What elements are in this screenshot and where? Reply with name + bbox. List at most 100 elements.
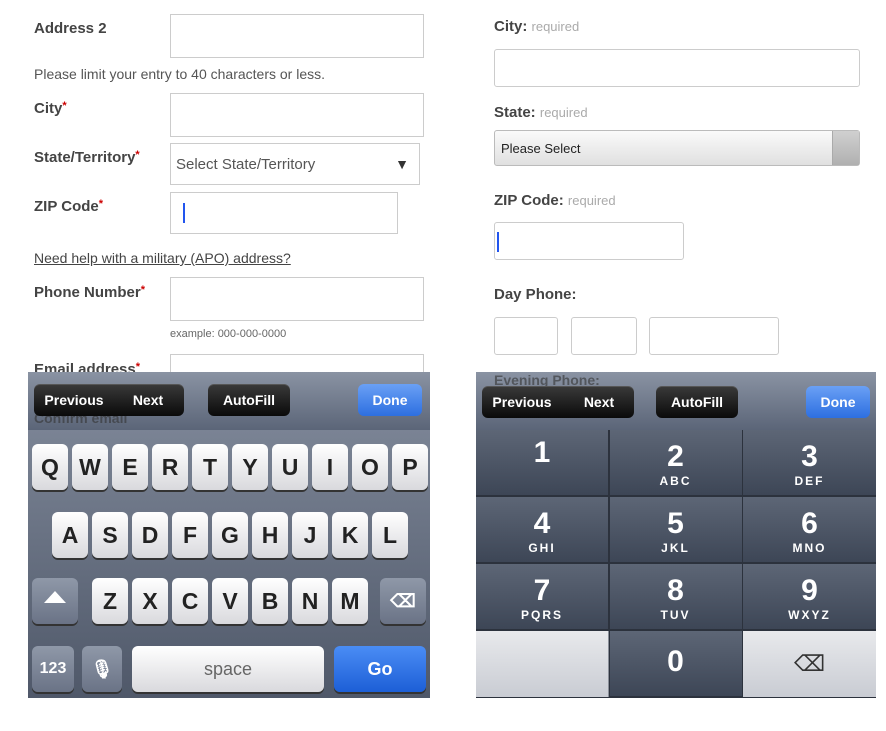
numpad-key-4[interactable]: 4 GHI <box>476 497 609 563</box>
key-a[interactable]: A <box>52 512 88 558</box>
numpad-key-9[interactable]: 9 WXYZ <box>743 564 876 630</box>
phone-input[interactable] <box>170 277 424 321</box>
qwerty-keyboard: QWERTYUIOP ASDFGHJKL ZXCVBNM ⌫ 123 🎙 spa… <box>28 430 430 698</box>
key-d[interactable]: D <box>132 512 168 558</box>
numpad-key-3[interactable]: 3 DEF <box>743 430 876 496</box>
go-key[interactable]: Go <box>334 646 426 692</box>
right-previous-button[interactable]: Previous <box>482 386 562 418</box>
shift-key[interactable] <box>32 578 78 624</box>
address2-label: Address 2 <box>34 20 107 37</box>
numpad-letters: WXYZ <box>788 608 831 622</box>
key-g[interactable]: G <box>212 512 248 558</box>
key-s[interactable]: S <box>92 512 128 558</box>
right-done-button[interactable]: Done <box>806 386 870 418</box>
phone-label: Phone Number* <box>34 284 145 301</box>
numpad-key-0[interactable]: 0 <box>609 631 743 697</box>
numpad-key-6[interactable]: 6 MNO <box>743 497 876 563</box>
right-city-input[interactable] <box>494 49 860 87</box>
key-f[interactable]: F <box>172 512 208 558</box>
numpad-digit: 5 <box>667 507 684 540</box>
key-b[interactable]: B <box>252 578 288 624</box>
key-q[interactable]: Q <box>32 444 68 490</box>
key-j[interactable]: J <box>292 512 328 558</box>
text-cursor <box>183 203 185 223</box>
address2-input[interactable] <box>170 14 424 58</box>
key-l[interactable]: L <box>372 512 408 558</box>
right-city-label: City: required <box>494 18 580 35</box>
microphone-key[interactable]: 🎙 <box>82 646 122 692</box>
zip-label: ZIP Code* <box>34 198 104 215</box>
numpad-blank-key <box>476 631 609 697</box>
day-phone-line-input[interactable] <box>649 317 779 355</box>
email-input[interactable] <box>170 354 424 374</box>
right-next-button[interactable]: Next <box>568 386 630 418</box>
numpad-key-2[interactable]: 2 ABC <box>609 430 743 496</box>
key-h[interactable]: H <box>252 512 288 558</box>
numpad-digit: 9 <box>801 574 818 607</box>
numpad-digit: 6 <box>801 507 818 540</box>
chevron-down-icon: ▼ <box>395 156 409 172</box>
key-t[interactable]: T <box>192 444 228 490</box>
numpad-digit: 4 <box>533 507 551 540</box>
right-keyboard-toolbar: Evening Phone: Previous Next AutoFill Do… <box>476 372 876 430</box>
backspace-icon: ⌫ <box>390 590 416 611</box>
key-m[interactable]: M <box>332 578 368 624</box>
numpad-digit: 7 <box>533 574 551 607</box>
shift-icon <box>44 591 66 603</box>
numpad-key-1[interactable]: 1 <box>476 430 609 496</box>
numpad-letters: ABC <box>659 474 692 488</box>
right-text-cursor <box>497 232 499 252</box>
previous-button[interactable]: Previous <box>34 384 114 416</box>
state-label: State/Territory* <box>34 149 140 166</box>
numpad-key-7[interactable]: 7 PQRS <box>476 564 609 630</box>
next-button[interactable]: Next <box>118 384 178 416</box>
key-e[interactable]: E <box>112 444 148 490</box>
zip-input[interactable] <box>170 192 398 234</box>
numpad-letters: PQRS <box>520 608 563 622</box>
number-pad: 1 2 ABC 3 DEF 4 GHI 5 JKL 6 MNO 7 PQRS 8 TUV 9 WXYZ 0 ⌫ <box>476 430 876 698</box>
right-autofill-button[interactable]: AutoFill <box>656 386 738 418</box>
backspace-key[interactable]: ⌫ <box>380 578 426 624</box>
select-arrow-icon <box>832 131 859 165</box>
key-x[interactable]: X <box>132 578 168 624</box>
backspace-icon: ⌫ <box>793 651 826 676</box>
key-o[interactable]: O <box>352 444 388 490</box>
key-c[interactable]: C <box>172 578 208 624</box>
address2-hint: Please limit your entry to 40 characters… <box>34 66 326 82</box>
autofill-button[interactable]: AutoFill <box>208 384 290 416</box>
city-input[interactable] <box>170 93 424 137</box>
key-p[interactable]: P <box>392 444 428 490</box>
numpad-digit: 0 <box>667 645 684 678</box>
key-k[interactable]: K <box>332 512 368 558</box>
done-button[interactable]: Done <box>358 384 422 416</box>
numpad-key-5[interactable]: 5 JKL <box>609 497 743 563</box>
numpad-digit: 2 <box>667 440 684 473</box>
numpad-letters: DEF <box>794 474 825 488</box>
military-address-link[interactable]: Need help with a military (APO) address? <box>34 250 291 266</box>
key-u[interactable]: U <box>272 444 308 490</box>
numbers-key[interactable]: 123 <box>32 646 74 692</box>
key-y[interactable]: Y <box>232 444 268 490</box>
numpad-letters: GHI <box>528 541 556 555</box>
numpad-digit: 3 <box>801 440 818 473</box>
state-select[interactable]: Select State/Territory ▼ <box>170 143 420 185</box>
key-r[interactable]: R <box>152 444 188 490</box>
day-phone-label: Day Phone: <box>494 286 577 303</box>
key-i[interactable]: I <box>312 444 348 490</box>
key-z[interactable]: Z <box>92 578 128 624</box>
right-state-select[interactable]: Please Select <box>494 130 860 166</box>
right-state-value: Please Select <box>501 140 581 156</box>
right-zip-input[interactable] <box>494 222 684 260</box>
keyboard-toolbar: Confirm email Previous Next AutoFill Don… <box>28 372 430 430</box>
right-zip-label: ZIP Code: required <box>494 192 616 209</box>
key-n[interactable]: N <box>292 578 328 624</box>
day-phone-prefix-input[interactable] <box>571 317 637 355</box>
right-state-label: State: required <box>494 104 588 121</box>
key-w[interactable]: W <box>72 444 108 490</box>
key-v[interactable]: V <box>212 578 248 624</box>
space-key[interactable]: space <box>132 646 324 692</box>
numpad-key-8[interactable]: 8 TUV <box>609 564 743 630</box>
numpad-backspace-key[interactable]: ⌫ <box>743 631 876 697</box>
numpad-digit: 8 <box>667 574 684 607</box>
day-phone-area-input[interactable] <box>494 317 558 355</box>
